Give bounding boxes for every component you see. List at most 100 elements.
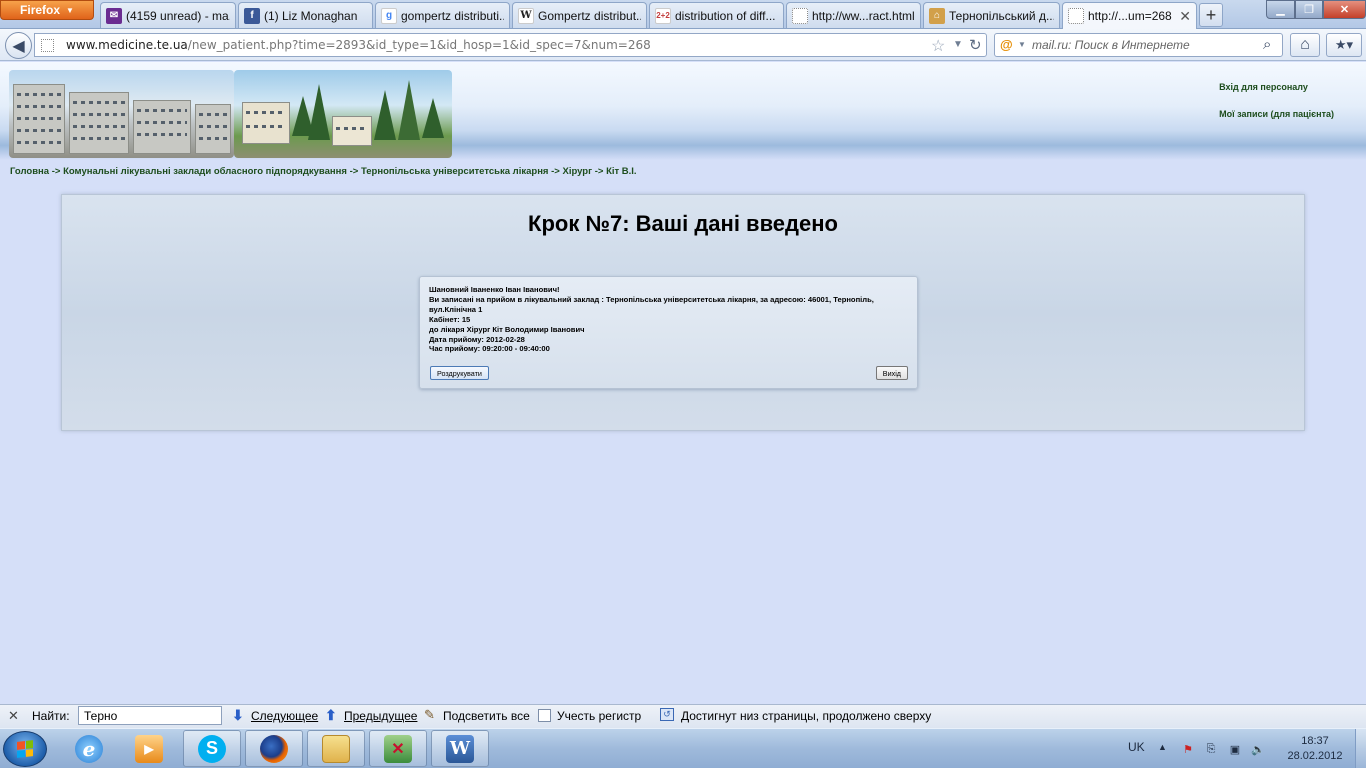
chevron-down-icon: ▼	[66, 5, 74, 15]
header-links: Вхід для персоналу Мої записи (для паціє…	[1219, 82, 1334, 136]
tree-shape	[374, 90, 396, 140]
tree-shape	[422, 98, 444, 138]
new-tab-button[interactable]: +	[1199, 3, 1223, 27]
match-case-checkbox[interactable]	[538, 709, 551, 722]
taskbar-firefox[interactable]	[245, 730, 303, 767]
arrow-up-icon[interactable]: ⬆	[325, 707, 337, 724]
breadcrumb-item-municipal-facilities[interactable]: Комунальні лікувальні заклади обласного …	[63, 166, 347, 177]
doctor-line: до лікаря Хірург Кіт Володимир Іванович	[429, 324, 585, 334]
building-shape	[242, 102, 290, 144]
tab-title: (1) Liz Monaghan	[264, 8, 358, 23]
back-arrow-icon: ◀	[12, 37, 25, 55]
firefox-menu-button[interactable]: Firefox ▼	[0, 0, 94, 20]
window-row	[73, 101, 125, 104]
breadcrumb-item-doctor[interactable]: Кіт В.І.	[606, 166, 637, 177]
math-site-icon: 2+2	[655, 7, 671, 24]
window-row	[199, 125, 227, 128]
language-indicator[interactable]: UK	[1128, 740, 1145, 754]
tab-title: gompertz distributi...	[401, 8, 504, 23]
find-previous-button[interactable]: Предыдущее	[344, 709, 417, 723]
breadcrumb-item-specialty[interactable]: Хірург	[562, 166, 592, 177]
close-tab-icon[interactable]: ✕	[1179, 8, 1191, 25]
system-clock[interactable]: 18:37 28.02.2012	[1279, 734, 1351, 764]
site-header: Вхід для персоналу Мої записи (для паціє…	[0, 62, 1366, 160]
tab-wikipedia[interactable]: W Gompertz distribut...	[512, 2, 647, 28]
staff-login-link[interactable]: Вхід для персоналу	[1219, 82, 1334, 92]
tab-google-search[interactable]: g gompertz distributi...	[375, 2, 510, 28]
my-records-link[interactable]: Мої записи (для пацієнта)	[1219, 109, 1334, 119]
action-center-flag-icon[interactable]: ⚑	[1181, 742, 1195, 756]
highlighter-icon[interactable]: ✎	[424, 707, 435, 723]
match-case-label[interactable]: Учесть регистр	[557, 709, 641, 723]
greeting-line: Шановний Іваненко Іван Іванович!	[429, 285, 560, 294]
blank-page-icon	[1068, 8, 1084, 24]
minimize-window-button[interactable]: ▁	[1266, 0, 1295, 19]
tab-yahoo-mail[interactable]: ✉ (4159 unread) - ma...	[100, 2, 236, 28]
start-button[interactable]	[3, 731, 47, 767]
highlight-all-button[interactable]: Подсветить все	[443, 709, 530, 723]
find-input[interactable]	[78, 706, 222, 725]
taskbar-word[interactable]: W	[431, 730, 489, 767]
taskbar-file-explorer[interactable]	[307, 730, 365, 767]
window-row	[73, 137, 125, 140]
home-button[interactable]: ⌂	[1290, 33, 1320, 57]
window-row	[17, 117, 61, 120]
address-bar[interactable]: www.medicine.te.ua/new_patient.php?time=…	[34, 33, 987, 57]
search-engine-dropdown-icon[interactable]: ▼	[1018, 40, 1026, 49]
facebook-icon: f	[244, 7, 260, 24]
show-hidden-icons-icon[interactable]: ▲	[1158, 742, 1167, 752]
close-window-button[interactable]: ✕	[1323, 0, 1366, 19]
tab-facebook[interactable]: f (1) Liz Monaghan	[238, 2, 373, 28]
bookmark-star-icon[interactable]: ☆	[931, 36, 945, 56]
site-identity-icon[interactable]	[41, 39, 54, 52]
window-row	[73, 125, 125, 128]
home-icon: ⌂	[1300, 36, 1310, 53]
mail-ru-search-engine-icon[interactable]: @	[1000, 37, 1013, 52]
bookmarks-menu-button[interactable]: ★▾	[1326, 33, 1362, 57]
taskbar-skype[interactable]: S	[183, 730, 241, 767]
taskbar-media-player[interactable]: ▶	[120, 730, 178, 767]
show-desktop-button[interactable]	[1355, 729, 1366, 768]
window-row	[199, 113, 227, 116]
breadcrumb-separator: ->	[49, 166, 64, 177]
taskbar-internet-explorer[interactable]: e	[60, 730, 118, 767]
tab-title: Gompertz distribut...	[538, 8, 641, 23]
network-icon[interactable]: ▣	[1228, 742, 1242, 756]
find-next-button[interactable]: Следующее	[251, 709, 318, 723]
tab-hospital-site[interactable]: ⌂ Тернопільський д...	[923, 2, 1060, 28]
maximize-window-button[interactable]: ❐	[1295, 0, 1323, 19]
search-bar[interactable]: @ ▼ mail.ru: Поиск в Интернете ⌕	[994, 33, 1283, 57]
appointment-date-line: Дата прийому: 2012-02-28	[429, 334, 525, 344]
tree-shape	[398, 80, 420, 140]
exit-button[interactable]: Вихід	[875, 366, 908, 380]
building-shape	[133, 100, 191, 154]
breadcrumb-item-home[interactable]: Головна	[10, 166, 49, 177]
back-button[interactable]: ◀	[5, 32, 32, 59]
print-button[interactable]: Роздрукувати	[430, 366, 489, 380]
arrow-down-icon[interactable]: ⬇	[232, 707, 244, 724]
window-row	[336, 127, 368, 130]
windows-logo-icon	[17, 740, 33, 758]
facility-address-line: Ви записані на прийом в лікувальний закл…	[429, 294, 874, 314]
tree-shape	[308, 84, 330, 140]
tab-current-page[interactable]: http://...um=268 ✕	[1062, 2, 1197, 29]
history-dropdown-icon[interactable]: ▼	[953, 39, 963, 50]
reload-icon[interactable]: ↻	[969, 36, 982, 54]
search-icon[interactable]: ⌕	[1263, 36, 1271, 53]
wrapped-search-icon: ↺	[660, 708, 674, 721]
appointment-time-line: Час прийому: 09:20:00 - 09:40:00	[429, 344, 550, 354]
volume-icon[interactable]: 🔈	[1251, 742, 1265, 756]
usb-device-icon[interactable]: ⎘	[1204, 742, 1218, 756]
tab-abstract-page[interactable]: http://ww...ract.html	[786, 2, 921, 28]
window-row	[17, 129, 61, 132]
taskbar-spreadsheet-app[interactable]: ✕	[369, 730, 427, 767]
building-shape	[13, 84, 65, 154]
file-explorer-icon	[322, 734, 350, 763]
breadcrumb-item-hospital[interactable]: Тернопільська університетська лікарня	[361, 166, 549, 177]
google-icon: g	[381, 7, 397, 24]
window-row	[246, 111, 286, 114]
close-find-bar-icon[interactable]: ✕	[8, 708, 19, 724]
firefox-icon	[260, 734, 288, 763]
logo-quadrant	[25, 748, 33, 757]
tab-math-site[interactable]: 2+2 distribution of diff...	[649, 2, 784, 28]
